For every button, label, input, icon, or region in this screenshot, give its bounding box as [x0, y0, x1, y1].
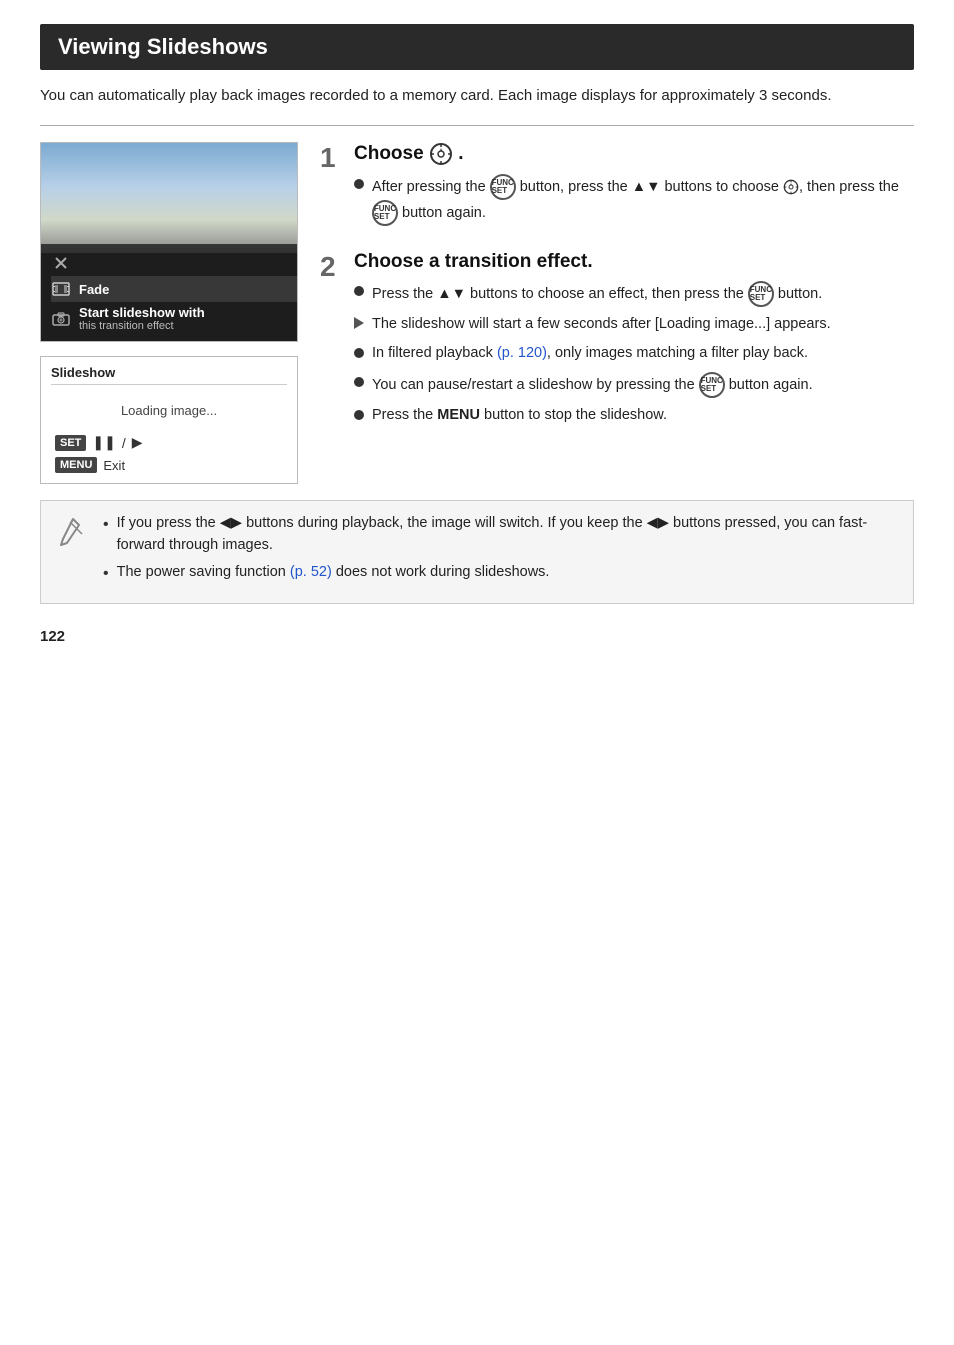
link-p120: (p. 120) — [497, 345, 547, 361]
note-item-2: • The power saving function (p. 52) does… — [103, 562, 897, 586]
menu-row-1 — [51, 250, 297, 276]
slideshow-panel-title: Slideshow — [51, 365, 287, 385]
step-2-content: Choose a transition effect. Press the ▲▼… — [354, 251, 914, 433]
step-1-bullet-1-text: After pressing the FUNCSET button, press… — [372, 174, 914, 226]
note-text-2: The power saving function (p. 52) does n… — [117, 562, 550, 584]
start-label: Start slideshow with — [79, 305, 205, 320]
main-content: Fade Start slide — [40, 142, 914, 484]
section-divider — [40, 125, 914, 126]
notes-content: • If you press the ◀▶ buttons during pla… — [103, 513, 897, 591]
bullet-triangle-1 — [354, 317, 364, 329]
step-1-bullets: After pressing the FUNCSET button, press… — [354, 174, 914, 226]
func-set-icon-4: FUNCSET — [699, 372, 725, 398]
func-set-icon-3: FUNCSET — [748, 281, 774, 307]
bullet-5-text: Press the MENU button to stop the slides… — [372, 405, 667, 427]
left-column: Fade Start slide — [40, 142, 298, 484]
choose-label: Choose — [354, 143, 429, 164]
step-2-bullet-4: You can pause/restart a slideshow by pre… — [354, 372, 914, 398]
menu-word: MENU — [437, 407, 480, 423]
menu-row-start: Start slideshow with this transition eff… — [51, 302, 297, 335]
bullet-2-text: The slideshow will start a few seconds a… — [372, 314, 831, 336]
right-column: 1 Choose . — [320, 142, 914, 484]
step-2-bullet-5: Press the MENU button to stop the slides… — [354, 405, 914, 427]
slideshow-loading-panel: Slideshow Loading image... SET ❚❚ / ▶ ME… — [40, 356, 298, 484]
bullet-circle-3 — [354, 377, 364, 387]
intro-text: You can automatically play back images r… — [40, 84, 914, 107]
camera-icon — [51, 309, 71, 329]
note-bullet-2: • — [103, 562, 109, 586]
bullet-1-text: Press the ▲▼ buttons to choose an effect… — [372, 281, 822, 307]
exit-text: Exit — [103, 458, 125, 473]
note-bullet-1: • — [103, 513, 109, 537]
play-symbol: ▶ — [132, 434, 143, 451]
start-slideshow-text: Start slideshow with this transition eff… — [79, 305, 205, 332]
step-2-block: 2 Choose a transition effect. Press the … — [320, 251, 914, 433]
link-p52: (p. 52) — [290, 564, 332, 580]
bullet-circle-1 — [354, 286, 364, 296]
menu-overlay: Fade Start slide — [41, 143, 297, 341]
page-number: 122 — [40, 628, 914, 645]
slideshow-icon-inline — [783, 179, 799, 195]
bullet-4-text: You can pause/restart a slideshow by pre… — [372, 372, 813, 398]
pencil-icon — [55, 515, 91, 551]
step-1-block: 1 Choose . — [320, 142, 914, 233]
step-2-bullet-3: In filtered playback (p. 120), only imag… — [354, 343, 914, 365]
step-1-number: 1 — [320, 144, 342, 172]
page-title: Viewing Slideshows — [40, 24, 914, 70]
note-text-1: If you press the ◀▶ buttons during playb… — [117, 513, 897, 557]
x-icon — [51, 253, 71, 273]
slash-symbol: / — [122, 435, 126, 451]
bullet-3-text: In filtered playback (p. 120), only imag… — [372, 343, 808, 365]
menu-row-fade: Fade — [51, 276, 297, 302]
step-2-bullet-1: Press the ▲▼ buttons to choose an effect… — [354, 281, 914, 307]
step-2-title: Choose a transition effect. — [354, 251, 914, 273]
transition-label: this transition effect — [79, 320, 205, 332]
func-set-icon-1: FUNCSET — [490, 174, 516, 200]
func-set-icon-2: FUNCSET — [372, 200, 398, 226]
film-icon — [51, 279, 71, 299]
step-2-bullets: Press the ▲▼ buttons to choose an effect… — [354, 281, 914, 426]
notes-section: • If you press the ◀▶ buttons during pla… — [40, 500, 914, 604]
bullet-circle-4 — [354, 410, 364, 420]
pause-symbol: ❚❚ — [92, 434, 115, 451]
loading-text: Loading image... — [51, 403, 287, 418]
screenshot-menu-panel: Fade Start slide — [40, 142, 298, 342]
slideshow-icon-step1 — [429, 142, 453, 166]
note-item-1: • If you press the ◀▶ buttons during pla… — [103, 513, 897, 557]
step-2-bullet-2: The slideshow will start a few seconds a… — [354, 314, 914, 336]
fade-label: Fade — [79, 282, 109, 297]
step-1-bullet-1: After pressing the FUNCSET button, press… — [354, 174, 914, 226]
menu-badge: MENU — [55, 457, 97, 473]
bullet-circle-2 — [354, 348, 364, 358]
set-badge: SET — [55, 435, 86, 451]
bullet-circle — [354, 179, 364, 189]
step-2-number: 2 — [320, 253, 342, 281]
menu-background: Fade Start slide — [41, 244, 297, 341]
step-1-title: Choose . — [354, 142, 914, 166]
slideshow-controls: SET ❚❚ / ▶ — [51, 434, 287, 451]
period-label: . — [458, 143, 463, 164]
step-1-content: Choose . — [354, 142, 914, 233]
exit-row: MENU Exit — [51, 457, 287, 473]
